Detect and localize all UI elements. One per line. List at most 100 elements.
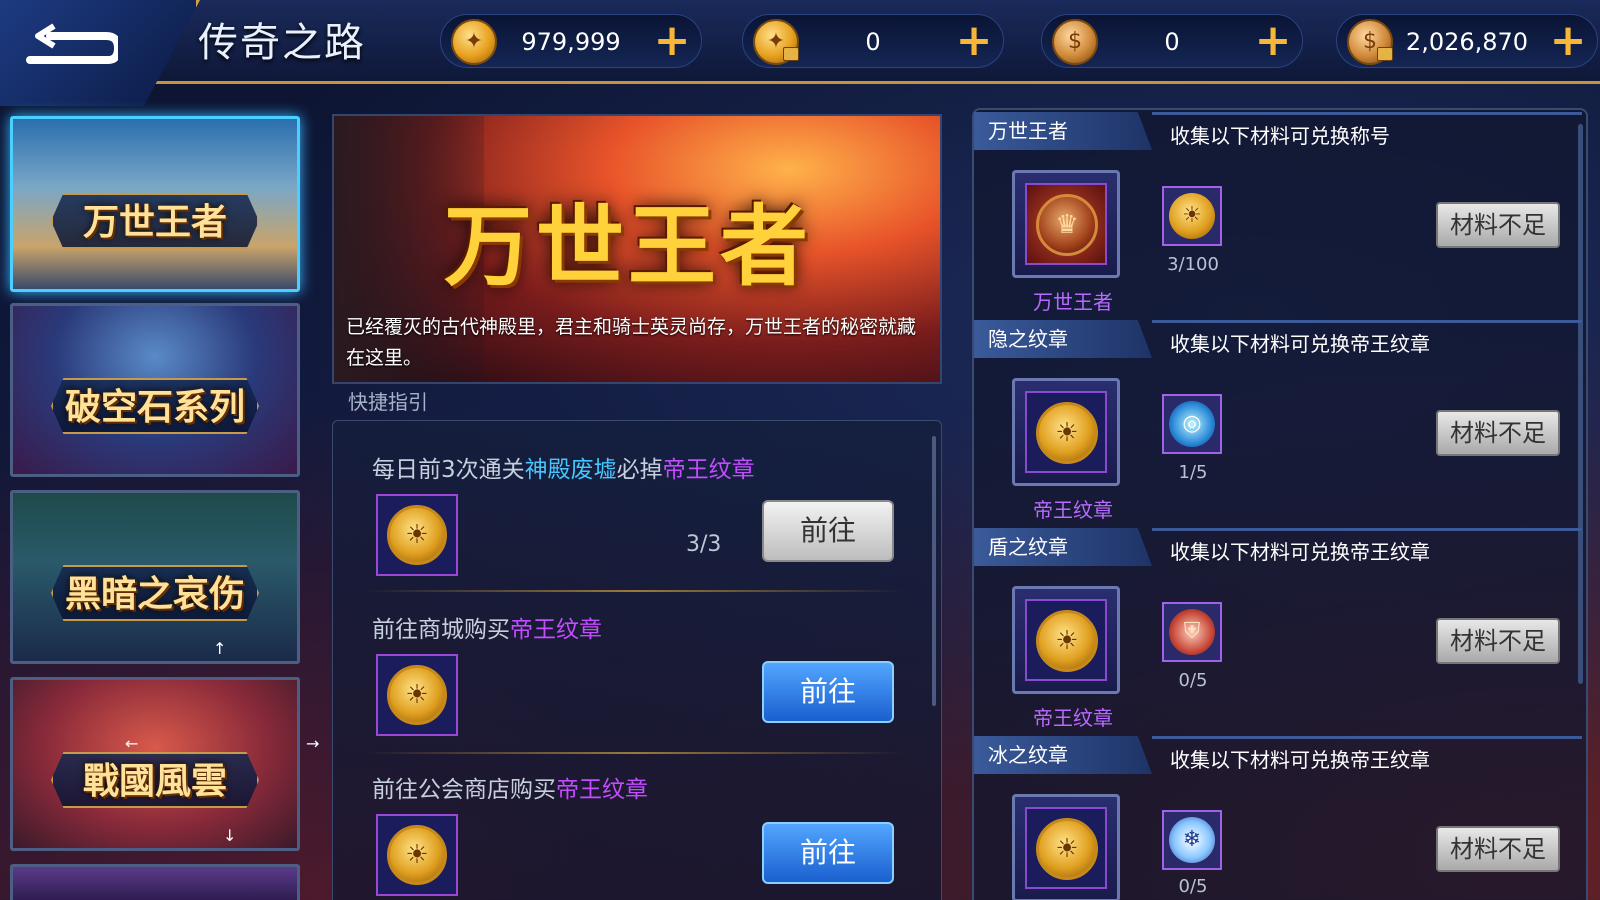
quick-guide-label: 快捷指引 — [348, 390, 428, 414]
page-title: 传奇之路 — [198, 20, 366, 66]
material-slot[interactable]: ☀ — [1162, 186, 1222, 246]
item-name: 帝王纹章 — [662, 457, 755, 483]
section-description: 收集以下材料可兑换称号 — [1170, 124, 1390, 148]
arrow-up-icon: ↑ — [213, 639, 227, 658]
currency-amount: 0 — [1164, 28, 1180, 56]
guide-text-prefix: 每日前3次通关 — [372, 457, 525, 483]
arrow-left-icon: ← — [125, 734, 139, 753]
emperor-medal-icon: ☀ — [1169, 193, 1215, 239]
divider — [364, 752, 904, 754]
section-description: 收集以下材料可兑换帝王纹章 — [1170, 540, 1430, 564]
currency-gold: ✦ 979,999 + — [440, 14, 702, 68]
reward-slot[interactable]: ☀ — [1012, 378, 1120, 486]
material-slot[interactable]: ⛨ — [1162, 602, 1222, 662]
reward-label: 万世王者 — [1033, 290, 1113, 314]
guide-item-text: 前往公会商店购买帝王纹章 — [372, 770, 648, 804]
exchange-section-header: 冰之纹章 收集以下材料可兑换帝王纹章 — [974, 736, 1582, 774]
section-description: 收集以下材料可兑换帝王纹章 — [1170, 332, 1430, 356]
back-arrow-icon — [26, 23, 123, 64]
sidebar-item-wanshi-wangzhe[interactable]: 万世王者 — [10, 116, 300, 292]
dungeon-name: 神殿废墟 — [524, 457, 617, 483]
arrow-down-icon: ↓ — [223, 826, 237, 845]
guide-scrollbar[interactable] — [932, 436, 936, 706]
add-currency-button[interactable]: + — [1252, 19, 1294, 63]
emperor-medal-icon: ☀ — [1036, 610, 1098, 672]
soul-ice-icon: ❄ — [1169, 817, 1215, 863]
sidebar-item-zhanguo-fengyun[interactable]: 戰國風雲 ← ↓ — [10, 677, 300, 851]
sidebar-item-label: 万世王者 — [82, 202, 227, 243]
lock-icon — [1377, 47, 1393, 61]
section-title: 盾之纹章 — [974, 528, 1152, 566]
exchange-section-header: 隐之纹章 收集以下材料可兑换帝王纹章 — [974, 320, 1582, 358]
guide-text-prefix: 前往商城购买 — [372, 617, 510, 643]
divider — [1152, 528, 1582, 531]
reward-label: 帝王纹章 — [1033, 498, 1113, 522]
guide-item-text: 每日前3次通关神殿废墟必掉帝王纹章 — [372, 450, 755, 484]
divider — [1152, 320, 1582, 323]
king-helmet-icon: ♛ — [1025, 183, 1107, 265]
add-currency-button[interactable]: + — [1547, 19, 1589, 63]
guide-item-icon: ☀ — [376, 654, 458, 736]
emperor-medal-frame: ☀ — [1025, 807, 1107, 889]
guide-item-icon: ☀ — [376, 814, 458, 896]
reward-slot[interactable]: ☀ — [1012, 586, 1120, 694]
sidebar-item-heian-zhi-aishang[interactable]: 黑暗之哀伤 ↑ — [10, 490, 300, 664]
divider — [364, 590, 904, 592]
divider — [1152, 112, 1582, 115]
currency-amount: 2,026,870 — [1405, 28, 1529, 56]
guide-item-icon: ☀ — [376, 494, 458, 576]
section-title: 万世王者 — [974, 112, 1152, 150]
goto-button[interactable]: 前往 — [762, 661, 894, 723]
guide-item-text: 前往商城购买帝王纹章 — [372, 610, 602, 644]
emperor-medal-icon: ☀ — [1036, 818, 1098, 880]
material-count: 0/5 — [1178, 670, 1208, 691]
divider — [1152, 736, 1582, 739]
insufficient-materials-button[interactable]: 材料不足 — [1436, 826, 1560, 872]
material-slot[interactable]: ❄ — [1162, 810, 1222, 870]
goto-button[interactable]: 前往 — [762, 822, 894, 884]
material-slot[interactable]: ◎ — [1162, 394, 1222, 454]
insufficient-materials-button[interactable]: 材料不足 — [1436, 410, 1560, 456]
exchange-scrollbar[interactable] — [1578, 124, 1583, 684]
back-button[interactable] — [18, 20, 123, 76]
soul-shield-icon: ⛨ — [1169, 609, 1215, 655]
reward-label: 帝王纹章 — [1033, 706, 1113, 730]
currency-amount: 0 — [865, 28, 881, 56]
goto-button[interactable]: 前往 — [762, 500, 894, 562]
emperor-medal-icon: ☀ — [387, 665, 447, 725]
reward-slot[interactable]: ♛ — [1012, 170, 1120, 278]
sidebar-item-pokongshi[interactable]: 破空石系列 — [10, 303, 300, 477]
lock-icon — [783, 47, 799, 61]
banner-title: 万世王者 — [444, 195, 813, 298]
sidebar-item-label: 戰國風雲 — [82, 761, 227, 802]
arrow-right-icon: → — [306, 734, 320, 753]
add-currency-button[interactable]: + — [953, 19, 995, 63]
insufficient-materials-button[interactable]: 材料不足 — [1436, 618, 1560, 664]
sidebar-item-next[interactable] — [10, 864, 300, 900]
currency-locked-gold: ✦ 0 + — [742, 14, 1004, 68]
currency-locked-bronze: $ 2,026,870 + — [1336, 14, 1598, 68]
guide-text-middle: 必掉 — [616, 457, 663, 483]
soul-whirlwind-icon: ◎ — [1169, 401, 1215, 447]
reward-slot[interactable]: ☀ — [1012, 794, 1120, 900]
event-banner: 万世王者 已经覆灭的古代神殿里，君主和骑士英灵尚存，万世王者的秘密就藏在这里。 — [332, 114, 942, 384]
currency-bronze: $ 0 + — [1041, 14, 1303, 68]
banner-description: 已经覆灭的古代神殿里，君主和骑士英灵尚存，万世王者的秘密就藏在这里。 — [346, 316, 917, 369]
material-count: 1/5 — [1178, 462, 1208, 483]
next-artwork — [13, 867, 297, 900]
currency-amount: 979,999 — [521, 28, 621, 56]
add-currency-button[interactable]: + — [651, 19, 693, 63]
sidebar-item-label: 破空石系列 — [64, 387, 245, 428]
exchange-section-header: 万世王者 收集以下材料可兑换称号 — [974, 112, 1582, 150]
insufficient-materials-button[interactable]: 材料不足 — [1436, 202, 1560, 248]
emperor-medal-frame: ☀ — [1025, 599, 1107, 681]
emperor-medal-icon: ☀ — [387, 825, 447, 885]
item-name: 帝王纹章 — [556, 777, 648, 803]
section-title: 冰之纹章 — [974, 736, 1152, 774]
material-count: 3/100 — [1167, 254, 1219, 275]
item-name: 帝王纹章 — [510, 617, 602, 643]
guide-progress: 3/3 — [686, 532, 722, 557]
emperor-medal-icon: ☀ — [387, 505, 447, 565]
section-title: 隐之纹章 — [974, 320, 1152, 358]
exchange-section-header: 盾之纹章 收集以下材料可兑换帝王纹章 — [974, 528, 1582, 566]
